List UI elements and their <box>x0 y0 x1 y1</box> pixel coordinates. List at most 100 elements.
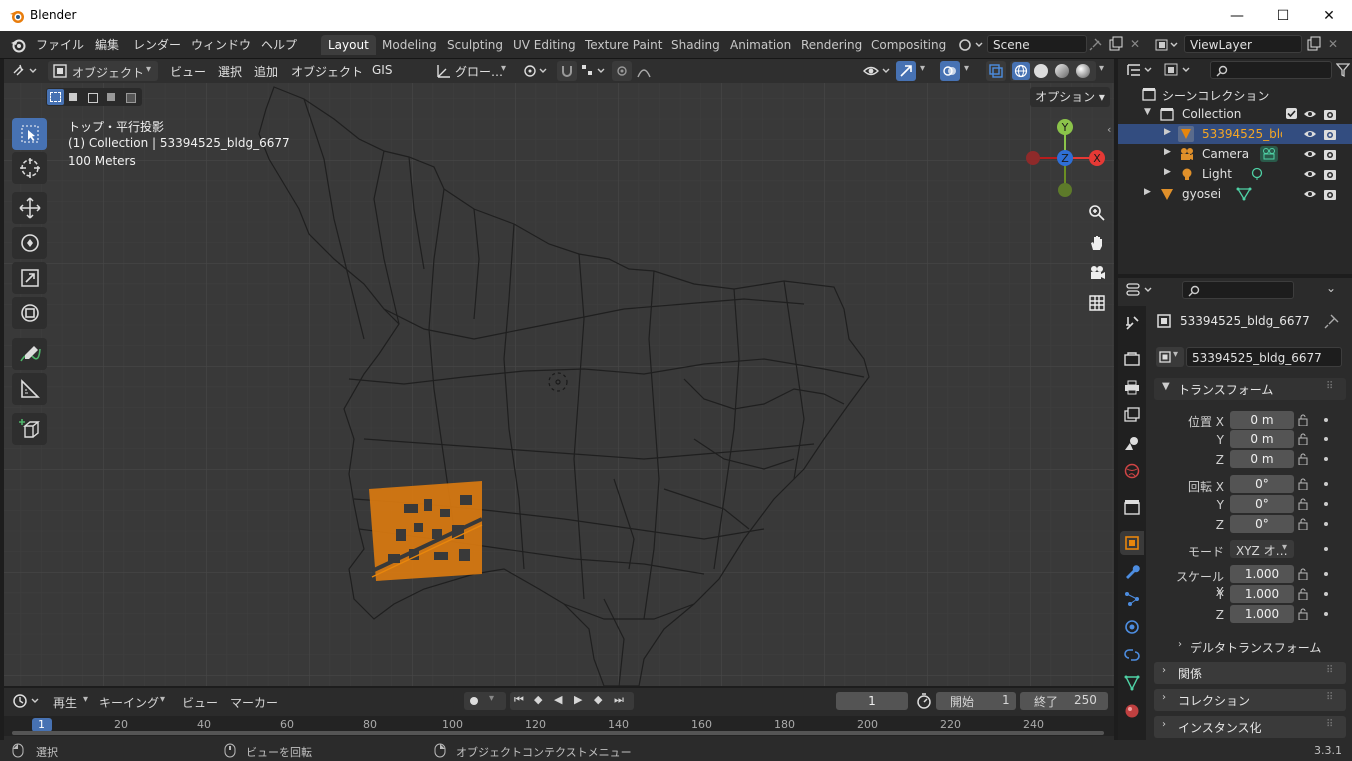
new-view-layer-icon[interactable] <box>1306 36 1322 52</box>
jump-end-icon[interactable]: ⏭ <box>614 693 624 707</box>
scale-z-field[interactable]: 1.000 <box>1230 605 1294 623</box>
transform-orientation-dropdown[interactable]: グロー… <box>455 63 503 80</box>
keyframe-dot-icon[interactable] <box>1324 418 1328 422</box>
start-frame-field[interactable]: 開始 1 <box>936 692 1016 710</box>
pin-icon[interactable] <box>1324 313 1340 329</box>
material-shading-button[interactable] <box>1055 64 1069 78</box>
tab-scene[interactable] <box>1120 431 1144 455</box>
lock-icon[interactable] <box>1298 588 1312 600</box>
wireframe-shading-button[interactable] <box>1012 62 1030 80</box>
drag-handle-icon[interactable]: ⠿ <box>1326 719 1333 730</box>
tab-sculpting[interactable]: Sculpting <box>440 35 510 55</box>
tab-modifiers[interactable] <box>1120 559 1144 583</box>
timeline-menu-playback[interactable]: 再生 <box>53 694 77 711</box>
eye-icon[interactable] <box>1303 128 1317 140</box>
viewport-menu-gis[interactable]: GIS <box>372 63 392 77</box>
gizmo-toggle[interactable] <box>896 61 916 81</box>
eye-icon[interactable] <box>1303 108 1317 120</box>
drag-handle-icon[interactable]: ⠿ <box>1326 665 1333 676</box>
end-frame-field[interactable]: 終了 250 <box>1020 692 1108 710</box>
viewport-menu-select[interactable]: 選択 <box>218 63 242 80</box>
chevron-down-icon[interactable]: ▾ <box>1099 63 1104 74</box>
tool-move[interactable] <box>12 192 47 224</box>
tool-measure[interactable] <box>12 373 47 405</box>
tool-select-box[interactable] <box>12 118 47 150</box>
object-name-field[interactable]: 53394525_bldg_6677 <box>1186 347 1342 367</box>
outliner-row-camera[interactable]: ▶ Camera <box>1118 144 1352 164</box>
blender-menu-icon[interactable] <box>10 37 26 53</box>
xray-toggle[interactable] <box>986 61 1006 81</box>
scene-name-field[interactable]: Scene <box>987 35 1087 53</box>
select-new-button[interactable] <box>47 89 64 105</box>
timeline-editor-type-icon[interactable] <box>12 693 42 709</box>
editor-type-icon[interactable] <box>12 63 40 79</box>
3d-viewport[interactable]: オブジェクト ▾ ビュー 選択 追加 オブジェクト GIS グロー… ▾ ▾ ▾ <box>4 59 1114 686</box>
tool-cursor[interactable] <box>12 152 47 184</box>
new-scene-icon[interactable] <box>1108 36 1124 52</box>
tab-shading[interactable]: Shading <box>664 35 727 55</box>
close-window-button[interactable]: ✕ <box>1306 0 1352 31</box>
prev-keyframe-icon[interactable]: ◆ <box>534 693 542 706</box>
lock-icon[interactable] <box>1298 498 1312 510</box>
gizmo-neg-x-axis[interactable] <box>1026 151 1040 165</box>
options-dropdown[interactable]: オプション ▾ <box>1030 87 1110 107</box>
delete-scene-icon[interactable]: ✕ <box>1130 37 1140 51</box>
lock-icon[interactable] <box>1298 453 1312 465</box>
drag-handle-icon[interactable]: ⠿ <box>1326 381 1333 392</box>
proportional-edit-toggle[interactable] <box>612 61 632 81</box>
tab-particles[interactable] <box>1120 587 1144 611</box>
maximize-button[interactable]: ☐ <box>1260 0 1306 31</box>
camera-view-button[interactable] <box>1084 260 1110 286</box>
play-reverse-icon[interactable]: ◀ <box>554 693 562 706</box>
scene-selector-icon[interactable] <box>958 37 984 53</box>
timeline-menu-keying[interactable]: キーイング <box>99 694 159 711</box>
menu-window[interactable]: ウィンドウ <box>191 36 251 53</box>
menu-edit[interactable]: 編集 <box>95 36 119 53</box>
menu-file[interactable]: ファイル <box>36 36 84 53</box>
navigation-gizmo[interactable]: Y X Z <box>1024 119 1114 209</box>
rotation-y-field[interactable]: 0° <box>1230 495 1294 513</box>
tab-uv-editing[interactable]: UV Editing <box>506 35 583 55</box>
keyframe-dot-icon[interactable] <box>1324 547 1328 551</box>
rotation-mode-dropdown[interactable]: XYZ オ… ▾ <box>1230 540 1294 558</box>
tab-texture-paint[interactable]: Texture Paint <box>578 35 669 55</box>
outliner-row-collection[interactable]: ▼ Collection <box>1118 104 1352 124</box>
delta-transform-subpanel[interactable]: › デルタトランスフォーム <box>1174 636 1346 656</box>
timeline-menu-view[interactable]: ビュー <box>182 694 218 711</box>
scale-y-field[interactable]: 1.000 <box>1230 585 1294 603</box>
visibility-selector-icon[interactable] <box>862 63 892 79</box>
chevron-down-icon[interactable]: ⌄ <box>1326 281 1336 295</box>
keyframe-dot-icon[interactable] <box>1324 437 1328 441</box>
relations-panel-header[interactable]: › 関係 ⠿ <box>1154 662 1346 684</box>
overlays-toggle[interactable] <box>940 61 960 81</box>
menu-render[interactable]: レンダー <box>133 36 181 53</box>
render-camera-icon[interactable] <box>1323 167 1337 181</box>
location-x-field[interactable]: 0 m <box>1230 411 1294 429</box>
expand-arrow-icon[interactable]: ▶ <box>1164 167 1171 177</box>
solid-shading-button[interactable] <box>1034 64 1048 78</box>
keyframe-dot-icon[interactable] <box>1324 522 1328 526</box>
delete-view-layer-icon[interactable]: ✕ <box>1328 37 1338 51</box>
falloff-icon[interactable] <box>636 63 662 79</box>
instancing-panel-header[interactable]: › インスタンス化 ⠿ <box>1154 716 1346 738</box>
tab-data[interactable] <box>1120 671 1144 695</box>
outliner-search-input[interactable] <box>1210 61 1332 79</box>
expand-arrow-icon[interactable]: ▶ <box>1144 187 1151 197</box>
select-intersect-button[interactable] <box>123 90 137 104</box>
viewport-menu-view[interactable]: ビュー <box>170 63 206 80</box>
expand-arrow-icon[interactable]: ▶ <box>1164 127 1171 137</box>
light-data-icon[interactable] <box>1250 167 1264 181</box>
tab-compositing[interactable]: Compositing <box>864 35 953 55</box>
tab-output[interactable] <box>1120 375 1144 399</box>
select-extend-button[interactable] <box>66 90 80 104</box>
jump-start-icon[interactable]: ⏮ <box>514 693 524 707</box>
select-subtract-button[interactable] <box>85 90 99 104</box>
keyframe-dot-icon[interactable] <box>1324 572 1328 576</box>
keyframe-dot-icon[interactable] <box>1324 457 1328 461</box>
tab-render[interactable] <box>1120 347 1144 371</box>
outliner-row-gyosei[interactable]: ▶ gyosei <box>1118 184 1352 204</box>
tab-world[interactable] <box>1120 459 1144 483</box>
pivot-point-icon[interactable] <box>522 63 550 79</box>
tab-animation[interactable]: Animation <box>723 35 798 55</box>
expand-arrow-icon[interactable]: ▼ <box>1144 107 1151 117</box>
